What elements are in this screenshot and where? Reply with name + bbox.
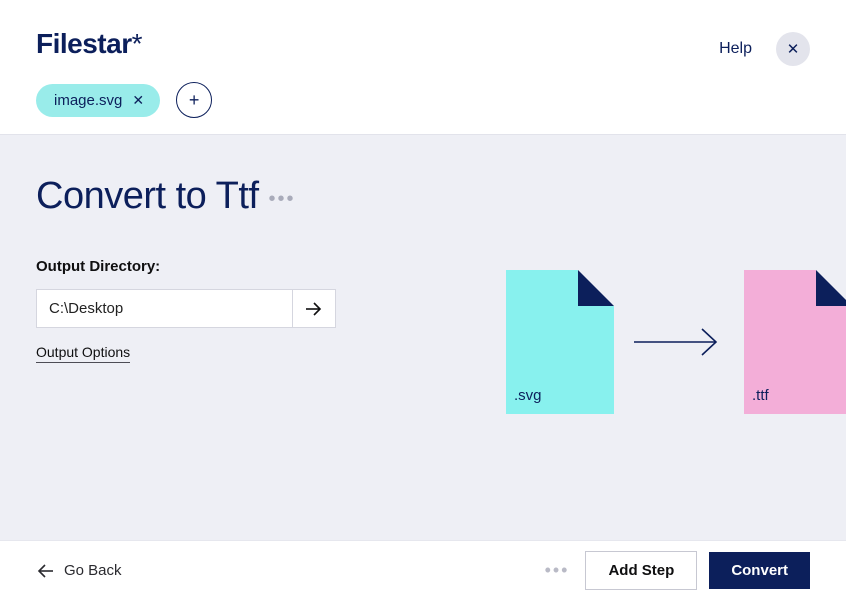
go-back-label: Go Back: [64, 562, 122, 579]
go-back-button[interactable]: Go Back: [36, 562, 122, 579]
header-left: Filestar* image.svg ✕ +: [36, 28, 212, 118]
conversion-preview: .svg .ttf: [506, 270, 846, 414]
convert-button[interactable]: Convert: [709, 552, 810, 589]
output-path-input[interactable]: [36, 289, 292, 328]
help-link[interactable]: Help: [719, 40, 752, 58]
target-ext-label: .ttf: [752, 387, 769, 404]
browse-button[interactable]: [292, 289, 336, 328]
title-row: Convert to Ttf •••: [36, 175, 810, 218]
file-chip-label: image.svg: [54, 92, 122, 109]
brand-name: Filestar: [36, 28, 132, 59]
output-path-group: [36, 289, 336, 328]
add-step-button[interactable]: Add Step: [585, 551, 697, 590]
arrow-right-icon: [634, 327, 724, 357]
header: Filestar* image.svg ✕ + Help ✕: [0, 0, 846, 134]
output-section: Output Directory: Output Options: [36, 258, 336, 414]
arrow-right-icon: [305, 302, 323, 316]
source-ext-label: .svg: [514, 387, 542, 404]
output-options-link[interactable]: Output Options: [36, 344, 130, 363]
more-icon[interactable]: •••: [269, 188, 296, 211]
brand-star: *: [132, 28, 142, 59]
remove-file-icon[interactable]: ✕: [132, 93, 144, 107]
close-icon: ✕: [787, 40, 800, 58]
main-panel: Convert to Ttf ••• Output Directory: Out…: [0, 134, 846, 551]
arrow-left-icon: [36, 564, 54, 578]
file-fold-icon: [816, 270, 846, 306]
footer-actions: ••• Add Step Convert: [541, 551, 810, 590]
file-chip-row: image.svg ✕ +: [36, 82, 212, 118]
file-fold-icon: [578, 270, 614, 306]
more-actions-icon[interactable]: •••: [541, 560, 574, 581]
arrow-between: [634, 327, 724, 357]
file-chip[interactable]: image.svg ✕: [36, 84, 160, 117]
content-row: Output Directory: Output Options .svg: [36, 258, 810, 414]
target-file-tile: .ttf: [744, 270, 846, 414]
source-file-tile: .svg: [506, 270, 614, 414]
close-button[interactable]: ✕: [776, 32, 810, 66]
plus-icon: +: [189, 90, 200, 111]
add-file-button[interactable]: +: [176, 82, 212, 118]
output-directory-label: Output Directory:: [36, 258, 336, 275]
header-right: Help ✕: [719, 32, 810, 66]
footer: Go Back ••• Add Step Convert: [0, 540, 846, 600]
page-title: Convert to Ttf: [36, 175, 259, 218]
brand-logo: Filestar*: [36, 28, 212, 60]
